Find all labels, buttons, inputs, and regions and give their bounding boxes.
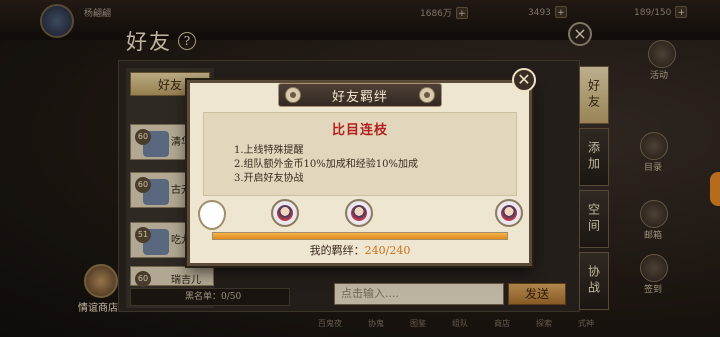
close-dialog-button[interactable]: ✕ [512, 68, 536, 92]
dialog-header: 好友羁绊 [278, 83, 442, 107]
bond-value: 240/240 [364, 244, 411, 257]
bond-info-scroll: 比目连枝 1.上线特殊提醒 2.组队额外金币10%加成和经验10%加成 3.开启… [203, 112, 517, 196]
crest-icon [419, 87, 435, 103]
bond-milestone-icon[interactable] [271, 199, 299, 227]
bond-progress-fill [213, 233, 507, 239]
bond-label: 我的羁绊： [309, 244, 365, 257]
benefit-item: 1.上线特殊提醒 [234, 145, 304, 156]
bond-milestone-icon[interactable] [495, 199, 523, 227]
bond-status: 我的羁绊：240/240 [0, 242, 720, 258]
bond-milestone-icon[interactable] [345, 199, 373, 227]
bond-progress-bar [212, 232, 508, 240]
benefit-item: 2.组队额外金币10%加成和经验10%加成 [234, 159, 418, 170]
benefit-item: 3.开启好友协战 [234, 173, 304, 184]
dialog-title: 好友羁绊 [331, 90, 388, 105]
bond-level-heading: 比目连枝 [331, 123, 388, 138]
